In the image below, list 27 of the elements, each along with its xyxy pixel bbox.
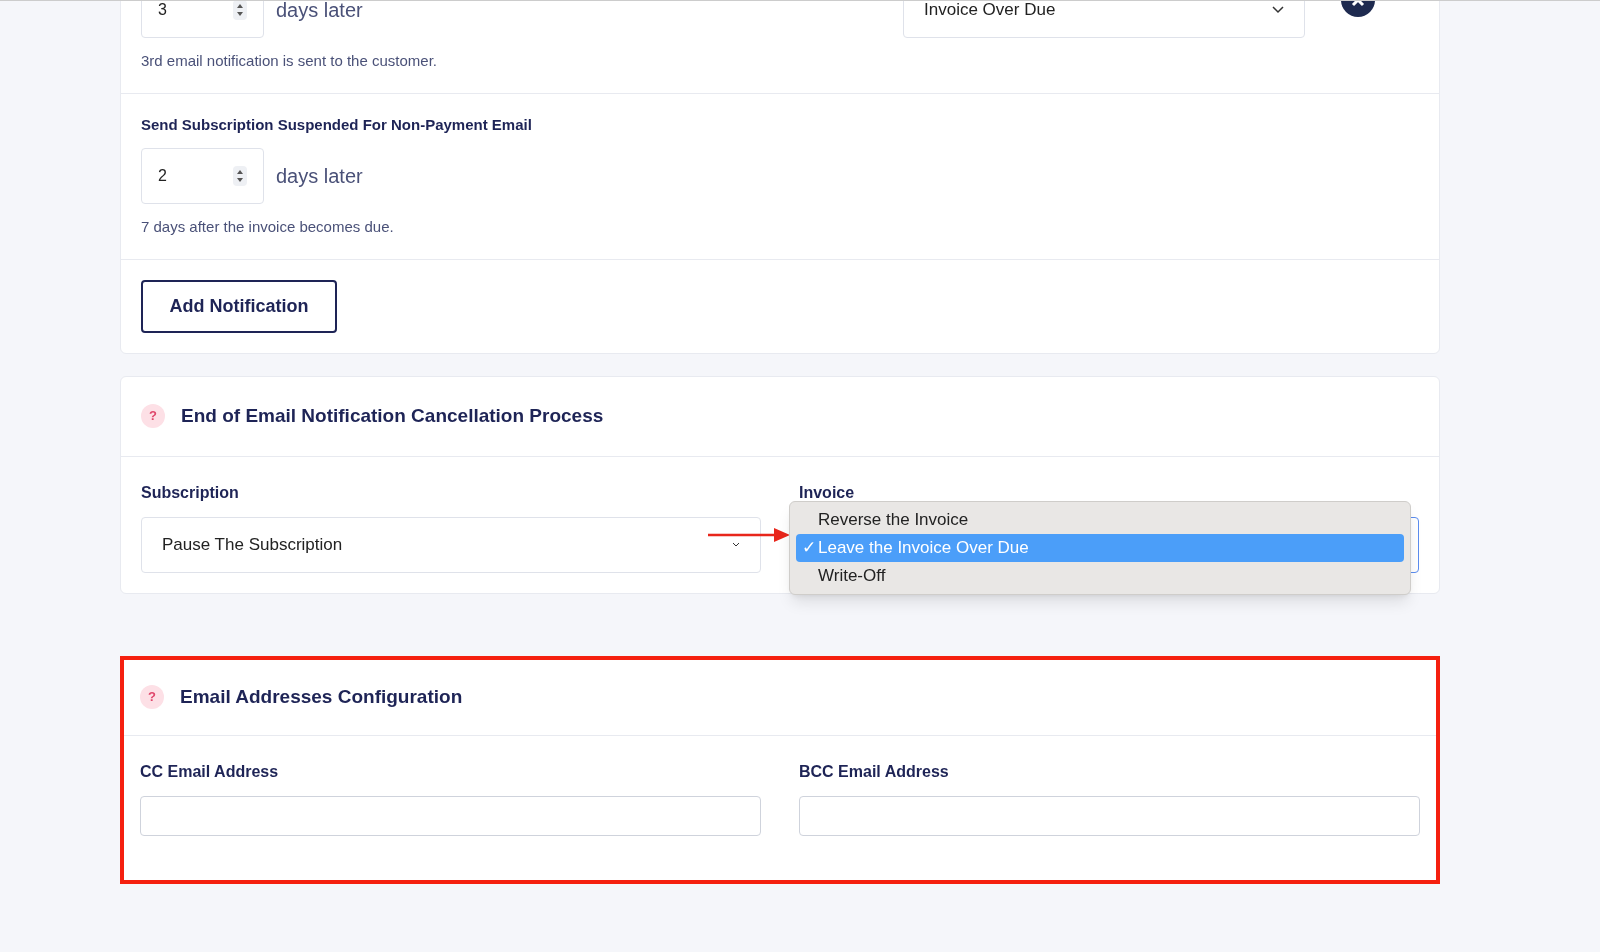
email-field[interactable] bbox=[799, 795, 1420, 836]
number-field[interactable]: 3 bbox=[141, 1, 264, 38]
stepper-icon[interactable] bbox=[233, 1, 247, 20]
field-label: BCC Email Address bbox=[799, 761, 950, 782]
field-label: Invoice bbox=[799, 482, 856, 503]
email-field[interactable] bbox=[140, 795, 761, 836]
section-title: End of Email Notification Cancellation Process bbox=[181, 403, 604, 428]
number-value: 2 bbox=[158, 166, 167, 186]
stepper-icon[interactable] bbox=[233, 166, 247, 186]
helper-text: 3rd email notification is sent to the customer. bbox=[141, 51, 438, 71]
number-field[interactable]: 2 bbox=[141, 148, 264, 204]
menu-option[interactable]: Reverse the Invoice bbox=[796, 505, 1404, 534]
status-select[interactable]: Invoice Over Due bbox=[903, 1, 1305, 38]
unit-label: days later bbox=[276, 164, 363, 189]
chevron-down-icon bbox=[732, 541, 740, 548]
section-title: Email Addresses Configuration bbox=[180, 684, 463, 709]
number-value: 3 bbox=[158, 1, 167, 20]
arrow-icon bbox=[708, 527, 790, 542]
subscription-select[interactable]: Pause The Subscription bbox=[141, 516, 761, 573]
field-label: Subscription bbox=[141, 482, 240, 503]
field-label: CC Email Address bbox=[140, 761, 280, 782]
field-label: Send Subscription Suspended For Non-Payment Email bbox=[141, 114, 533, 135]
add-notification-button[interactable]: Add Notification bbox=[141, 279, 337, 333]
helper-text: 7 days after the invoice becomes due. bbox=[141, 217, 395, 237]
unit-label: days later bbox=[276, 1, 363, 23]
menu-option[interactable]: Write-Off bbox=[796, 561, 1404, 590]
chevron-down-icon bbox=[1272, 6, 1284, 14]
